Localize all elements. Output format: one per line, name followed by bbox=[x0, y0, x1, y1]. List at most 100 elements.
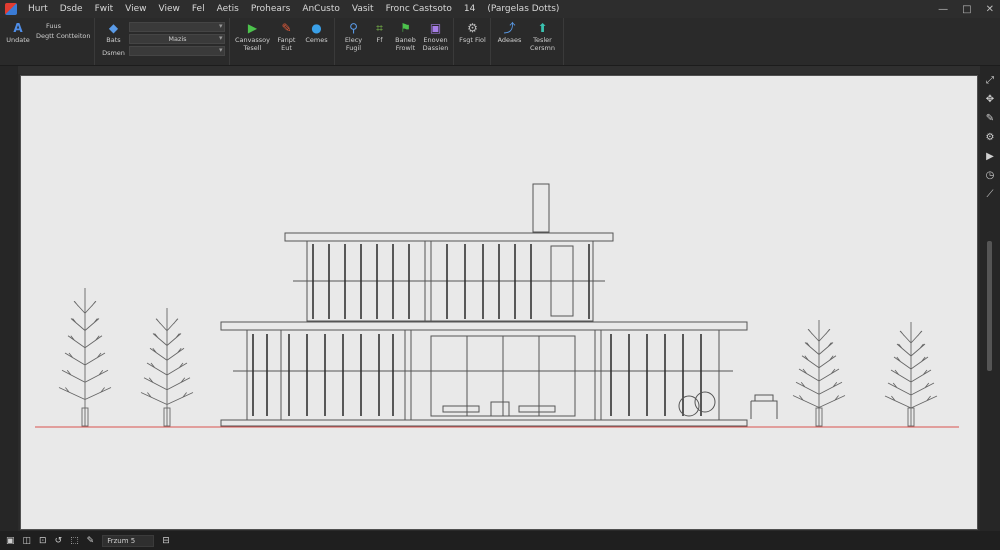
cad-application: Hurt Dsde Fwit View View Fel Aetis Prohe… bbox=[0, 0, 1000, 550]
menu-item[interactable]: Hurt bbox=[22, 4, 54, 14]
left-strip bbox=[0, 66, 18, 531]
person-icon: ⬆ bbox=[537, 21, 548, 35]
ribbon-button[interactable]: ⌗ Ff bbox=[369, 21, 389, 44]
bats-label: Bats bbox=[106, 36, 121, 44]
ribbon-button-label: Tesler Cersmn bbox=[529, 36, 556, 52]
window-controls: — □ ✕ bbox=[938, 0, 994, 18]
rotate-icon[interactable]: ↺ bbox=[55, 536, 63, 546]
base-plinth bbox=[220, 419, 748, 427]
menu-bar: Hurt Dsde Fwit View View Fel Aetis Prohe… bbox=[0, 0, 1000, 18]
adjust-icon: ⤴ bbox=[503, 21, 516, 35]
layout-icon[interactable]: ⊟ bbox=[162, 536, 170, 546]
dropdown-stack: Mazis bbox=[129, 21, 226, 56]
table bbox=[518, 405, 556, 413]
stack-label-2[interactable]: Degtt Contteiton bbox=[36, 32, 90, 40]
pencil-icon[interactable]: ✎ bbox=[87, 536, 95, 546]
upper-roof-slab bbox=[284, 232, 614, 242]
ribbon-group-draw: ▶ Canvassoy Tesell ✎ Fanpt Eut ● Cemes bbox=[230, 18, 336, 65]
menu-item[interactable]: Aetis bbox=[211, 4, 245, 14]
ribbon-group-edit: ⚲ Elecy Fugil ⌗ Ff ⚑ Baneb Frowlt ▣ Enov… bbox=[335, 18, 455, 65]
ribbon-button-label: Enoven Dassien bbox=[422, 36, 449, 52]
menu-item[interactable]: (Pargelas Dotts) bbox=[481, 4, 565, 14]
search-icon: ⚲ bbox=[349, 21, 358, 35]
ribbon-button[interactable]: ⚑ Baneb Frowlt bbox=[391, 21, 419, 52]
furniture bbox=[442, 391, 778, 419]
tree bbox=[140, 308, 194, 427]
play-icon[interactable]: ▶ bbox=[986, 150, 994, 164]
tree bbox=[884, 322, 938, 427]
menu-item[interactable]: Vasit bbox=[346, 4, 380, 14]
ribbon-group-layers: ◆ Bats Dsmen Mazis bbox=[95, 18, 231, 65]
ribbon-button-label: Canvassoy Tesell bbox=[234, 36, 271, 52]
drawing-canvas[interactable] bbox=[20, 75, 978, 530]
ribbon-toolbar: A Undate Fuus Degtt Contteiton ◆ Bats Ds… bbox=[0, 18, 1000, 66]
status-bar: ▣ ◫ ⊡ ↺ ⬚ ✎ Frzum 5 ⊟ bbox=[0, 531, 1000, 550]
chimney bbox=[532, 183, 550, 233]
selection-icon[interactable]: ⬚ bbox=[70, 536, 79, 546]
zoom-field[interactable]: Frzum 5 bbox=[102, 534, 155, 547]
image-icon: ▣ bbox=[429, 21, 442, 35]
minimize-button[interactable]: — bbox=[938, 4, 948, 15]
update-button[interactable]: A Undate bbox=[4, 21, 32, 44]
ribbon-group-settings: ⚙ Fsgt Fiol bbox=[454, 18, 492, 65]
ribbon-button-label: Baneb Frowlt bbox=[395, 36, 416, 52]
bats-button[interactable]: ◆ Bats Dsmen bbox=[99, 21, 127, 57]
play-icon: ▶ bbox=[247, 21, 258, 35]
menu-item[interactable]: View bbox=[119, 4, 152, 14]
ribbon-button-label: Elecy Fugil bbox=[344, 36, 363, 52]
ribbon-stack: Fuus Degtt Contteiton bbox=[34, 21, 90, 40]
layers-icon: ◆ bbox=[108, 21, 119, 35]
bench bbox=[442, 405, 480, 413]
brush-icon[interactable]: ⟋ bbox=[987, 188, 994, 202]
maximize-button[interactable]: □ bbox=[962, 4, 971, 15]
text-a-icon: A bbox=[13, 21, 23, 35]
ribbon-button[interactable]: ⤴ Adeaes bbox=[495, 21, 523, 44]
gear-icon[interactable]: ⚙ bbox=[986, 131, 995, 145]
garden-chair bbox=[750, 394, 778, 419]
ribbon-button[interactable]: ⬆ Tesler Cersmn bbox=[525, 21, 559, 52]
ribbon-button[interactable]: ✎ Fanpt Eut bbox=[272, 21, 300, 52]
shape-icon: ● bbox=[311, 21, 322, 35]
menu-item[interactable]: Prohears bbox=[245, 4, 296, 14]
snap-icon[interactable]: ◫ bbox=[23, 536, 32, 546]
menu-item[interactable]: Fel bbox=[186, 4, 211, 14]
ribbon-button[interactable]: ⚙ Fsgt Fiol bbox=[458, 21, 486, 44]
app-logo-icon[interactable] bbox=[0, 0, 22, 18]
vertical-scrollbar[interactable] bbox=[987, 241, 992, 371]
ribbon-button[interactable]: ▣ Enoven Dassien bbox=[421, 21, 449, 52]
close-button[interactable]: ✕ bbox=[986, 4, 994, 15]
ribbon-group-adjust: ⤴ Adeaes ⬆ Tesler Cersmn bbox=[491, 18, 565, 65]
menu-item[interactable]: Fwit bbox=[89, 4, 120, 14]
trees bbox=[58, 288, 938, 427]
property-dropdown-1[interactable] bbox=[129, 22, 226, 32]
stack-label-1[interactable]: Fuus bbox=[36, 22, 90, 30]
menu-item[interactable]: View bbox=[153, 4, 186, 14]
flag-icon: ⚑ bbox=[400, 21, 411, 35]
settings-icon: ⚙ bbox=[467, 21, 478, 35]
grid-icon[interactable]: ▣ bbox=[6, 536, 15, 546]
ribbon-button-label: Cemes bbox=[305, 36, 328, 44]
building-elevation bbox=[220, 183, 748, 427]
right-toolbar: ⤢ ✥ ✎ ⚙ ▶ ◷ ⟋ bbox=[980, 66, 1000, 531]
ribbon-button-label: Ff bbox=[376, 36, 383, 44]
tree bbox=[58, 288, 112, 427]
expand-icon[interactable]: ⤢ bbox=[986, 74, 994, 88]
ribbon-button-label: Adeaes bbox=[497, 36, 522, 44]
menu-item[interactable]: Dsde bbox=[54, 4, 89, 14]
ribbon-button[interactable]: ⚲ Elecy Fugil bbox=[339, 21, 367, 52]
property-dropdown-3[interactable] bbox=[129, 46, 226, 56]
menu-item[interactable]: AnCusto bbox=[296, 4, 346, 14]
ground-storey bbox=[246, 329, 720, 421]
ribbon-button[interactable]: ▶ Canvassoy Tesell bbox=[234, 21, 270, 52]
ribbon-button-label: Fanpt Eut bbox=[277, 36, 296, 52]
ortho-icon[interactable]: ⊡ bbox=[39, 536, 47, 546]
menu-item[interactable]: 14 bbox=[458, 4, 481, 14]
edit-icon[interactable]: ✎ bbox=[986, 112, 994, 126]
clock-icon[interactable]: ◷ bbox=[986, 169, 995, 183]
tools-icon[interactable]: ✥ bbox=[986, 93, 994, 107]
ribbon-button[interactable]: ● Cemes bbox=[302, 21, 330, 44]
menu-item[interactable]: Fronc Castsoto bbox=[380, 4, 458, 14]
crop-icon: ⌗ bbox=[376, 21, 383, 35]
elevation-drawing bbox=[35, 183, 959, 428]
property-dropdown-2[interactable]: Mazis bbox=[129, 34, 226, 44]
